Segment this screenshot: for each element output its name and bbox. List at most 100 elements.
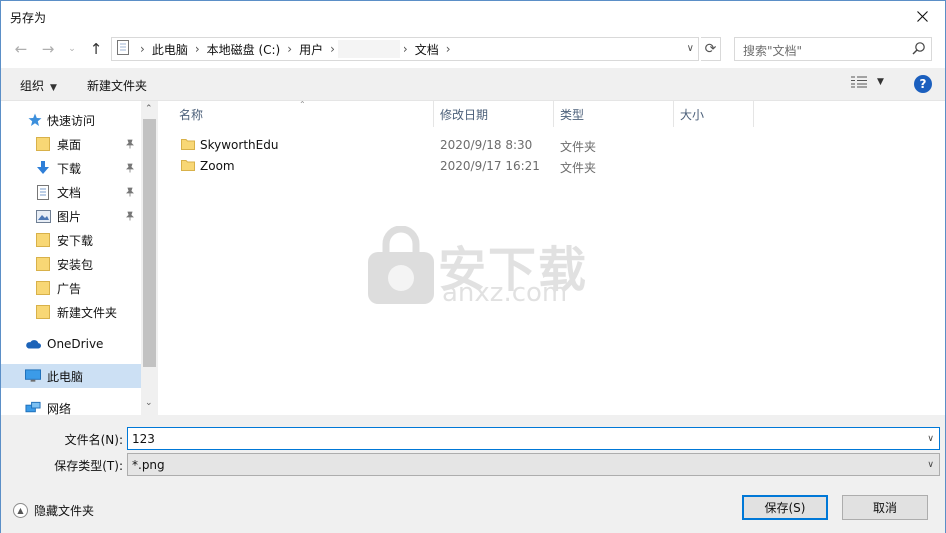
file-date: 2020/9/17 16:21 [440, 159, 540, 173]
back-button[interactable]: ← [12, 40, 30, 58]
pin-icon [125, 162, 135, 176]
sidebar-item-label: OneDrive [47, 337, 104, 351]
back-arrow-icon: ← [14, 40, 28, 58]
sidebar-item-network[interactable]: 网络 [1, 396, 141, 415]
sidebar-item-desktop[interactable]: 桌面 [1, 132, 141, 156]
sidebar-item-quick-access[interactable]: 快速访问 [1, 108, 141, 132]
breadcrumb-this-pc[interactable]: 此电脑 [148, 41, 192, 58]
scroll-down-icon[interactable]: ⌄ [145, 398, 153, 408]
sidebar-item-ads[interactable]: 广告 [1, 276, 141, 300]
breadcrumb-separator: › [287, 42, 293, 56]
chevron-down-icon[interactable]: ∨ [927, 434, 934, 444]
up-button[interactable]: ↑ [87, 40, 105, 58]
sidebar-item-installers[interactable]: 安装包 [1, 252, 141, 276]
chevron-down-icon[interactable]: ∨ [927, 460, 934, 470]
recent-locations-button[interactable]: ⌄ [63, 40, 81, 58]
folder-icon [35, 256, 51, 272]
close-button[interactable] [899, 1, 945, 32]
column-header-label: 大小 [680, 107, 705, 122]
sidebar-item-this-pc[interactable]: 此电脑 [1, 364, 141, 388]
table-row[interactable]: SkyworthEdu 2020/9/18 8:30 文件夹 [159, 134, 759, 156]
hide-folders-toggle[interactable]: ▲ 隐藏文件夹 [13, 502, 94, 519]
document-location-icon [117, 40, 129, 58]
sidebar-item-documents[interactable]: 文档 [1, 180, 141, 204]
sidebar-item-label: 下载 [57, 161, 82, 176]
search-icon [912, 41, 926, 58]
help-button[interactable]: ? [914, 75, 932, 93]
breadcrumb-separator: › [140, 42, 145, 56]
breadcrumb-separator: › [330, 42, 335, 56]
sort-ascending-icon: ⌃ [299, 100, 306, 109]
breadcrumb-separator: › [402, 42, 408, 56]
save-button[interactable]: 保存(S) [742, 495, 828, 520]
filetype-value: *.png [132, 458, 165, 472]
sidebar-item-new-folder[interactable]: 新建文件夹 [1, 300, 141, 324]
column-header-name[interactable]: 名称 ⌃ [159, 100, 434, 127]
folder-desktop-icon [35, 136, 51, 152]
sidebar-item-label: 网络 [47, 401, 72, 416]
sidebar-item-label: 安下载 [57, 233, 94, 248]
file-type: 文件夹 [560, 161, 597, 175]
folder-icon [181, 158, 195, 175]
window-title: 另存为 [10, 11, 47, 25]
address-bar[interactable]: › 此电脑 › 本地磁盘 (C:) › 用户 › › 文档 › ∨ [111, 37, 699, 61]
column-header-size[interactable]: 大小 [674, 101, 754, 127]
nav-pane-scrollbar[interactable]: ⌃ ⌄ [141, 101, 158, 415]
chevron-down-icon: ⌄ [68, 44, 76, 54]
filetype-label: 保存类型(T): [54, 459, 123, 473]
change-view-button[interactable]: ▼ [851, 76, 884, 88]
filename-field[interactable]: 123 ∨ [127, 427, 940, 450]
title-bar: 另存为 [1, 1, 945, 32]
sidebar-item-label: 桌面 [57, 137, 82, 152]
watermark: 安下载 anxz.com [366, 226, 606, 316]
scrollbar-thumb[interactable] [143, 119, 156, 367]
filename-value[interactable]: 123 [132, 432, 155, 446]
filetype-select[interactable]: *.png ∨ [127, 453, 940, 476]
file-type: 文件夹 [560, 140, 597, 154]
navigation-bar: ← → ⌄ ↑ › 此电脑 › 本地磁盘 (C:) › 用户 › › 文档 › … [1, 32, 945, 66]
new-folder-button[interactable]: 新建文件夹 [87, 77, 147, 94]
sidebar-item-anxiazai[interactable]: 安下载 [1, 228, 141, 252]
sidebar-item-downloads[interactable]: 下载 [1, 156, 141, 180]
column-header-date[interactable]: 修改日期 [434, 101, 554, 127]
sidebar-item-label: 广告 [57, 281, 82, 296]
sidebar-item-label: 新建文件夹 [57, 305, 118, 320]
column-header-label: 修改日期 [440, 107, 489, 122]
computer-icon [25, 368, 41, 384]
column-header-type[interactable]: 类型 [554, 101, 674, 127]
sidebar-item-onedrive[interactable]: OneDrive [1, 332, 141, 356]
close-icon [916, 11, 928, 22]
caret-down-icon: ▼ [50, 83, 57, 93]
pin-icon [125, 138, 135, 152]
sidebar-item-pictures[interactable]: 图片 [1, 204, 141, 228]
refresh-button[interactable]: ⟳ [701, 37, 721, 61]
forward-button[interactable]: → [39, 40, 57, 58]
search-input[interactable]: 搜索"文档" [743, 42, 802, 59]
download-arrow-icon [35, 160, 51, 176]
search-box[interactable]: 搜索"文档" [734, 37, 932, 61]
sidebar-item-label: 快速访问 [47, 113, 96, 128]
organize-label: 组织 [20, 79, 45, 93]
column-header-label: 类型 [560, 107, 585, 122]
watermark-lock-logo [368, 226, 434, 304]
pin-icon [125, 186, 135, 200]
watermark-url: anxz.com [442, 278, 568, 308]
breadcrumb-separator: › [194, 42, 200, 56]
breadcrumb-users[interactable]: 用户 [295, 41, 327, 58]
up-arrow-icon: ↑ [89, 40, 103, 58]
pin-icon [125, 210, 135, 224]
chevron-down-icon[interactable]: ∨ [687, 43, 694, 54]
breadcrumb-redacted [337, 40, 400, 58]
scroll-up-icon[interactable]: ⌃ [145, 104, 153, 114]
breadcrumb-documents[interactable]: 文档 [411, 41, 443, 58]
save-as-dialog: 另存为 ← → ⌄ ↑ › 此电脑 › 本地磁盘 (C:) › 用户 › › 文… [0, 0, 946, 533]
filename-label: 文件名(N): [64, 433, 123, 447]
sidebar-item-label: 图片 [57, 209, 82, 224]
cancel-button[interactable]: 取消 [842, 495, 928, 520]
column-header-label: 名称 [179, 107, 204, 122]
forward-arrow-icon: → [41, 40, 55, 58]
breadcrumb-local-disk[interactable]: 本地磁盘 (C:) [203, 41, 285, 58]
table-row[interactable]: Zoom 2020/9/17 16:21 文件夹 [159, 155, 759, 177]
organize-button[interactable]: 组织 ▼ [20, 77, 57, 94]
save-form-panel: 文件名(N): 123 ∨ 保存类型(T): *.png ∨ ▲ 隐藏文件夹 保… [1, 415, 945, 533]
